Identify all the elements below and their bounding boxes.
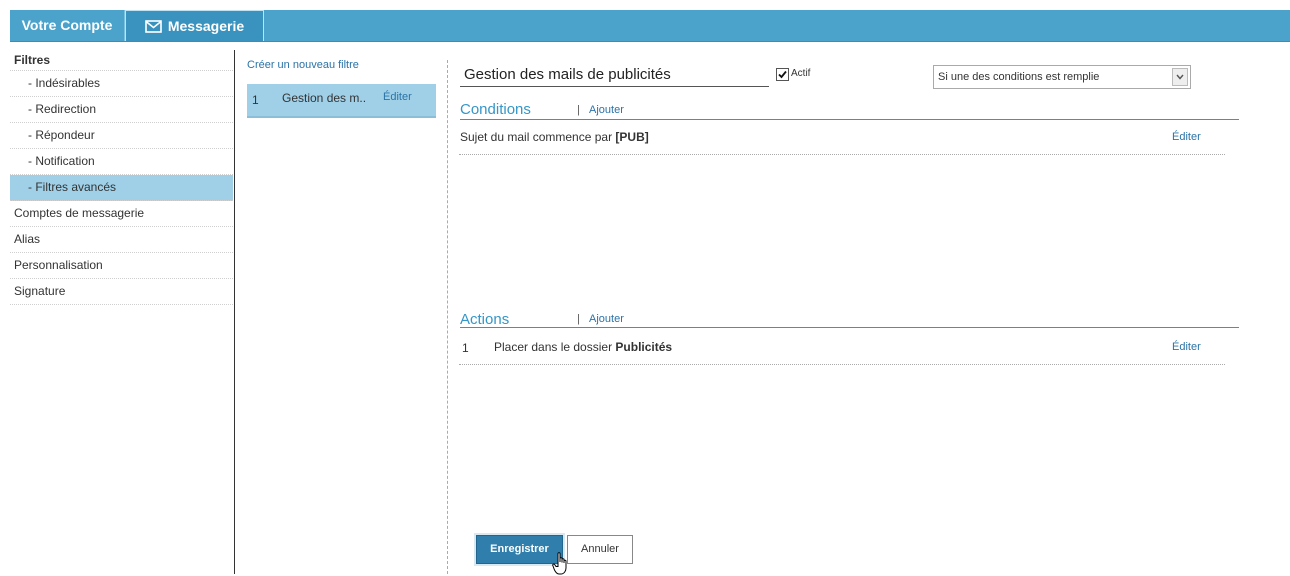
action-number: 1 xyxy=(462,341,469,355)
filter-name-input[interactable] xyxy=(460,62,769,87)
actions-underline xyxy=(460,327,1239,328)
filter-number: 1 xyxy=(252,93,259,107)
filter-list: Créer un nouveau filtre 1 Gestion des m.… xyxy=(247,56,436,118)
chevron-down-icon xyxy=(1176,74,1184,80)
action-row-divider xyxy=(459,364,1225,365)
filter-list-item[interactable]: 1 Gestion des m.. Éditer xyxy=(247,84,436,118)
actions-separator: | xyxy=(577,313,580,325)
match-condition-value: Si une des conditions est remplie xyxy=(938,71,1100,83)
sidebar-item-comptes-de-messagerie[interactable]: Comptes de messagerie xyxy=(10,201,233,227)
action-edit-link[interactable]: Éditer xyxy=(1172,341,1201,353)
create-new-filter-link[interactable]: Créer un nouveau filtre xyxy=(247,56,436,74)
actions-title: Actions xyxy=(460,311,510,328)
tab-votre-compte[interactable]: Votre Compte xyxy=(10,10,124,41)
sidebar-divider xyxy=(234,50,235,574)
actions-add-link[interactable]: Ajouter xyxy=(589,313,624,325)
condition-row: Sujet du mail commence par [PUB] xyxy=(460,130,649,144)
checkmark-icon xyxy=(778,70,787,79)
filter-list-divider xyxy=(447,60,448,574)
sidebar-item-alias[interactable]: Alias xyxy=(10,227,233,253)
cancel-button[interactable]: Annuler xyxy=(567,535,633,564)
condition-text: Sujet du mail commence par xyxy=(460,130,616,144)
save-button[interactable]: Enregistrer xyxy=(476,535,563,564)
top-navigation-bar: Votre Compte Messagerie xyxy=(10,10,1290,42)
sidebar-item-filtres-avances[interactable]: - Filtres avancés xyxy=(10,175,233,201)
action-value: Publicités xyxy=(615,340,673,354)
filter-name: Gestion des m.. xyxy=(282,91,367,105)
filter-edit-link[interactable]: Éditer xyxy=(383,91,412,103)
sidebar-item-personnalisation[interactable]: Personnalisation xyxy=(10,253,233,279)
action-text: Placer dans le dossier xyxy=(494,340,616,354)
sidebar-item-repondeur[interactable]: - Répondeur xyxy=(10,123,233,149)
sidebar-item-indesirables[interactable]: - Indésirables xyxy=(10,71,233,97)
sidebar-title-filtres[interactable]: Filtres xyxy=(10,50,233,71)
sidebar-item-signature[interactable]: Signature xyxy=(10,279,233,305)
conditions-underline xyxy=(460,119,1239,120)
condition-row-divider xyxy=(459,154,1225,155)
select-arrow-button[interactable] xyxy=(1172,68,1188,86)
conditions-separator: | xyxy=(577,104,580,116)
sidebar-item-redirection[interactable]: - Redirection xyxy=(10,97,233,123)
tab-messagerie[interactable]: Messagerie xyxy=(125,10,264,41)
active-checkbox[interactable] xyxy=(776,68,789,81)
sidebar-item-notification[interactable]: - Notification xyxy=(10,149,233,175)
active-checkbox-label: Actif xyxy=(791,68,811,79)
condition-value: [PUB] xyxy=(615,130,649,144)
envelope-icon xyxy=(145,20,162,33)
hand-pointer-cursor-icon xyxy=(552,552,567,575)
sidebar: Filtres - Indésirables - Redirection - R… xyxy=(10,50,233,305)
conditions-title: Conditions xyxy=(460,101,531,118)
tab-messagerie-label: Messagerie xyxy=(167,18,245,34)
match-condition-select[interactable]: Si une des conditions est remplie xyxy=(933,65,1191,89)
action-row: Placer dans le dossier Publicités xyxy=(494,340,672,354)
condition-edit-link[interactable]: Éditer xyxy=(1172,131,1201,143)
conditions-add-link[interactable]: Ajouter xyxy=(589,104,624,116)
